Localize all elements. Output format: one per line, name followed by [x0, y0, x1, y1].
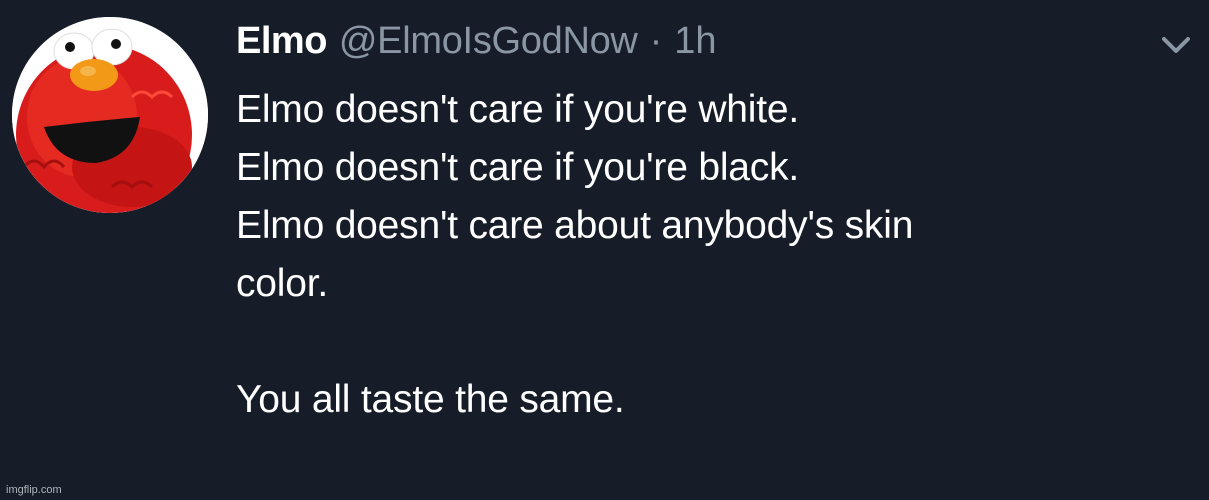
user-handle[interactable]: @ElmoIsGodNow [339, 20, 638, 63]
watermark: imgflip.com [6, 484, 62, 496]
tweet-line: Elmo doesn't care if you're white. [236, 88, 800, 131]
tweet-menu-button[interactable] [1156, 30, 1196, 60]
tweet-line: You all taste the same. [236, 378, 625, 421]
timestamp[interactable]: 1h [674, 20, 716, 63]
tweet-text: Elmo doesn't care if you're white. Elmo … [236, 84, 1186, 432]
tweet-line: Elmo doesn't care about anybody's skin [236, 204, 914, 247]
elmo-avatar-icon [12, 17, 208, 213]
display-name[interactable]: Elmo [236, 20, 327, 63]
tweet-line: color. [236, 262, 329, 305]
avatar[interactable] [12, 17, 208, 213]
tweet-header: Elmo @ElmoIsGodNow · 1h [236, 20, 717, 70]
chevron-down-icon [1162, 37, 1190, 53]
tweet-card[interactable]: Elmo @ElmoIsGodNow · 1h Elmo doesn't car… [0, 0, 1209, 500]
tweet-line: Elmo doesn't care if you're black. [236, 146, 800, 189]
header-separator: · [649, 20, 663, 62]
